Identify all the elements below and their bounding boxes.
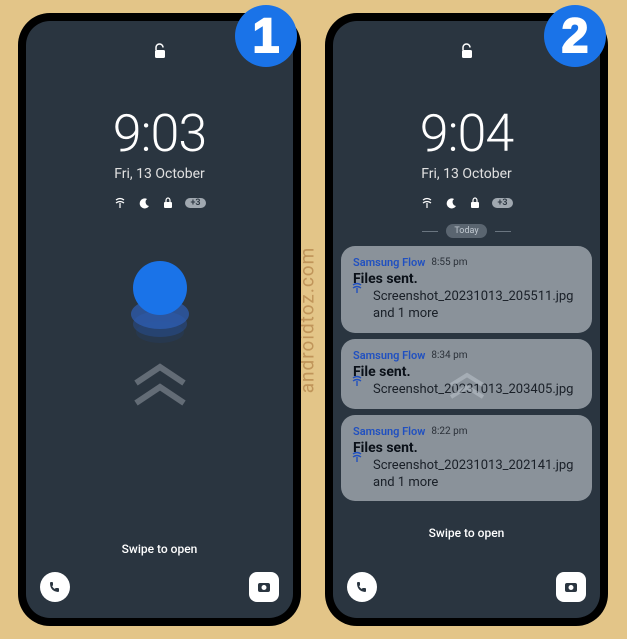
clock-time: 9:03 <box>26 103 293 164</box>
notification-count-badge: +3 <box>492 198 512 208</box>
flow-icon <box>113 196 127 210</box>
lock-small-icon <box>468 196 482 210</box>
notification-time: 8:22 pm <box>431 426 467 437</box>
phone-icon <box>355 580 369 594</box>
phone-shortcut-button[interactable] <box>40 572 70 602</box>
lock-small-icon <box>161 196 175 210</box>
dnd-moon-icon <box>137 196 151 210</box>
clock-date: Fri, 13 October <box>333 166 600 182</box>
notification-card[interactable]: Samsung Flow 8:22 pm Files sent. Screens… <box>341 415 592 502</box>
notification-app-name: Samsung Flow <box>353 349 425 362</box>
swipe-up-chevron-icon <box>130 361 190 415</box>
camera-icon <box>564 581 578 593</box>
fingerprint-indicator[interactable] <box>133 261 187 315</box>
notification-count-badge: +3 <box>185 198 205 208</box>
flow-small-icon <box>351 375 363 390</box>
unlock-icon <box>460 43 474 63</box>
notification-time: 8:55 pm <box>431 257 467 268</box>
lock-screen-2[interactable]: 9:04 Fri, 13 October +3 Today Samsung Fl… <box>333 21 600 618</box>
unlock-icon <box>153 43 167 63</box>
notification-app-name: Samsung Flow <box>353 256 425 269</box>
camera-shortcut-button[interactable] <box>556 572 586 602</box>
phone-icon <box>48 580 62 594</box>
clock-date: Fri, 13 October <box>26 166 293 182</box>
clock-time: 9:04 <box>333 103 600 164</box>
phone-frame-2: 9:04 Fri, 13 October +3 Today Samsung Fl… <box>325 13 608 626</box>
notification-app-name: Samsung Flow <box>353 425 425 438</box>
step-badge-2: 2 <box>544 5 606 67</box>
notification-card[interactable]: Samsung Flow 8:55 pm Files sent. Screens… <box>341 246 592 333</box>
swipe-up-chevron-icon <box>447 371 487 405</box>
step-badge-1: 1 <box>235 5 297 67</box>
phone-frame-1: 9:03 Fri, 13 October +3 Swipe to open <box>18 13 301 626</box>
today-divider: Today <box>333 224 600 238</box>
dnd-moon-icon <box>444 196 458 210</box>
flow-icon <box>420 196 434 210</box>
camera-icon <box>257 581 271 593</box>
status-row: +3 <box>333 196 600 210</box>
swipe-hint-text: Swipe to open <box>122 542 198 556</box>
notification-body: Screenshot_20231013_205511.jpg and 1 mor… <box>353 289 580 323</box>
notification-title: Files sent. <box>353 440 580 456</box>
notification-body: Screenshot_20231013_202141.jpg and 1 mor… <box>353 458 580 492</box>
status-row: +3 <box>26 196 293 210</box>
lock-screen-1[interactable]: 9:03 Fri, 13 October +3 Swipe to open <box>26 21 293 618</box>
flow-small-icon <box>351 451 363 466</box>
swipe-hint-text: Swipe to open <box>429 526 505 540</box>
camera-shortcut-button[interactable] <box>249 572 279 602</box>
phone-shortcut-button[interactable] <box>347 572 377 602</box>
flow-small-icon <box>351 282 363 297</box>
notification-title: Files sent. <box>353 271 580 287</box>
today-label: Today <box>446 224 486 238</box>
notification-time: 8:34 pm <box>431 350 467 361</box>
